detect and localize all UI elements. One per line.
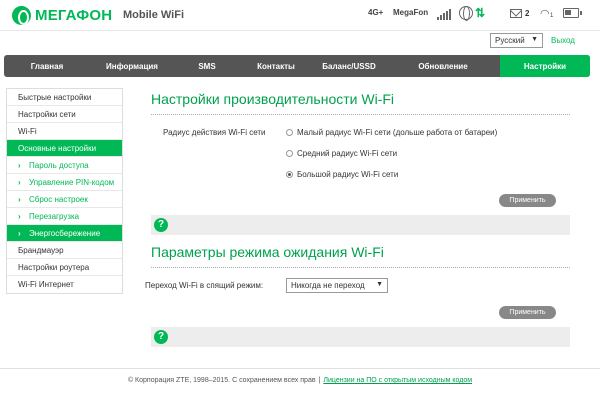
sidebar-item-reset[interactable]: Сброс настроек <box>7 191 122 208</box>
chevron-down-icon: ▼ <box>376 281 383 288</box>
globe-icon <box>459 6 473 21</box>
radio-medium-radius[interactable]: Средний радиус Wi-Fi сети <box>286 149 397 158</box>
sidebar-item-main-settings[interactable]: Основные настройки <box>7 140 122 157</box>
help-bar: ? <box>151 327 570 347</box>
radio-indicator-selected <box>286 171 293 178</box>
data-arrows-icon: ⇅ <box>475 6 486 20</box>
megafon-logo-icon <box>12 6 31 25</box>
apply-button-performance[interactable]: Применить <box>499 194 556 207</box>
wifi-icon: ◠ <box>540 8 550 20</box>
tab-update[interactable]: Обновление <box>386 55 500 77</box>
footer-divider <box>0 368 600 369</box>
wifi-clients-count: 1 <box>550 13 554 19</box>
radio-label: Большой радиус Wi-Fi сети <box>297 170 399 179</box>
section-title-wifi-sleep: Параметры режима ожидания Wi-Fi <box>151 244 384 260</box>
tab-settings[interactable]: Настройки <box>500 55 590 77</box>
license-link[interactable]: Лицензии на ПО с открытым исходным кодом <box>323 377 472 384</box>
tab-info[interactable]: Информация <box>90 55 174 77</box>
product-name: Mobile WiFi <box>123 9 185 21</box>
header-divider <box>0 30 600 31</box>
footer-separator: | <box>318 377 321 384</box>
settings-sidebar: Быстрые настройки Настройки сети Wi-Fi О… <box>6 88 123 294</box>
radio-label: Малый радиус Wi-Fi сети (дольше работа о… <box>297 128 498 137</box>
logout-link[interactable]: Выход <box>551 36 575 45</box>
radio-label: Средний радиус Wi-Fi сети <box>297 149 398 158</box>
sleep-mode-select[interactable]: Никогда не переход ▼ <box>286 278 388 293</box>
brand-name: МЕГАФОН <box>35 7 113 24</box>
sidebar-item-reboot[interactable]: Перезагрузка <box>7 208 122 225</box>
sleep-mode-value: Никогда не переход <box>291 281 365 290</box>
mail-icon[interactable] <box>510 9 522 18</box>
sidebar-item-quick-settings[interactable]: Быстрые настройки <box>7 89 122 106</box>
sidebar-item-firewall[interactable]: Брандмауэр <box>7 242 122 259</box>
sidebar-item-network-settings[interactable]: Настройки сети <box>7 106 122 123</box>
help-icon[interactable]: ? <box>154 330 168 344</box>
help-bar: ? <box>151 215 570 235</box>
sidebar-item-pin[interactable]: Управление PIN-кодом <box>7 174 122 191</box>
radio-small-radius[interactable]: Малый радиус Wi-Fi сети (дольше работа о… <box>286 128 497 137</box>
language-select[interactable]: Русский ▼ <box>490 33 543 48</box>
tab-balance-ussd[interactable]: Баланс/USSD <box>312 55 386 77</box>
section-divider <box>151 114 570 115</box>
sidebar-item-power-saving[interactable]: Энергосбережение <box>7 225 122 242</box>
tab-contacts[interactable]: Контакты <box>240 55 312 77</box>
help-icon[interactable]: ? <box>154 218 168 232</box>
copyright-text: © Корпорация ZTE, 1998–2015. С сохранени… <box>127 377 316 384</box>
sidebar-item-router-settings[interactable]: Настройки роутера <box>7 259 122 276</box>
battery-icon <box>563 8 582 18</box>
radius-label: Радиус действия Wi-Fi сети <box>163 128 266 137</box>
signal-icon <box>437 8 451 20</box>
radio-indicator <box>286 129 293 136</box>
language-value: Русский <box>495 36 525 45</box>
chevron-down-icon: ▼ <box>531 36 538 43</box>
radio-large-radius[interactable]: Большой радиус Wi-Fi сети <box>286 170 398 179</box>
sidebar-item-password[interactable]: Пароль доступа <box>7 157 122 174</box>
tab-sms[interactable]: SMS <box>174 55 240 77</box>
sidebar-item-wifi[interactable]: Wi-Fi <box>7 123 122 140</box>
sms-count: 2 <box>525 9 530 18</box>
megafon-logo[interactable]: МЕГАФОН <box>12 6 112 25</box>
section-divider <box>151 267 570 268</box>
network-type: 4G+ <box>368 8 384 17</box>
sleep-mode-label: Переход Wi-Fi в спящий режим: <box>145 281 264 290</box>
app-header: МЕГАФОН Mobile WiFi 4G+ MegaFon ⇅ 2 ◠ 1 <box>0 0 600 30</box>
section-title-wifi-performance: Настройки производительности Wi-Fi <box>151 91 395 107</box>
sidebar-item-wifi-internet[interactable]: Wi-Fi Интернет <box>7 276 122 293</box>
tab-home[interactable]: Главная <box>4 55 90 77</box>
footer: © Корпорация ZTE, 1998–2015. С сохранени… <box>0 377 600 384</box>
radio-indicator <box>286 150 293 157</box>
operator-name: MegaFon <box>393 8 429 17</box>
main-nav: Главная Информация SMS Контакты Баланс/U… <box>4 55 590 77</box>
apply-button-sleep[interactable]: Применить <box>499 306 556 319</box>
